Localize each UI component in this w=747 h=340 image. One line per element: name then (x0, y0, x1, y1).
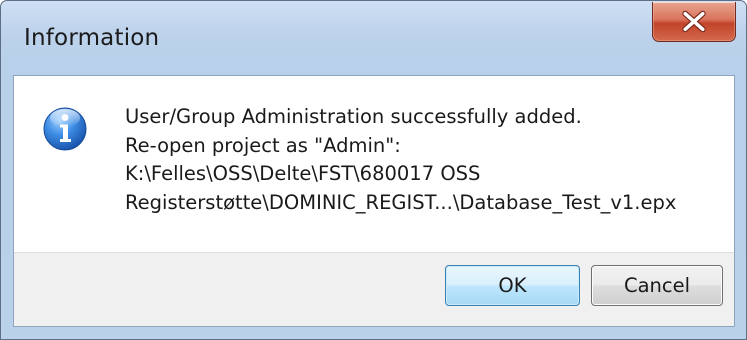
information-dialog: Information User/Group Administration su… (0, 0, 747, 340)
message-line: User/Group Administration successfully a… (125, 105, 582, 128)
button-bar: OK Cancel (14, 252, 734, 326)
message-line: Registerstøtte\DOMINIC_REGIST...\Databas… (125, 190, 677, 214)
info-icon (42, 106, 88, 152)
message-line: K:\Felles\OSS\Delte\FST\680017 OSS (125, 162, 481, 185)
dialog-client-area: User/Group Administration successfully a… (13, 75, 735, 327)
message-text: User/Group Administration successfully a… (125, 103, 676, 217)
close-button[interactable] (652, 2, 736, 42)
ok-button[interactable]: OK (445, 265, 580, 306)
window-title: Information (24, 25, 160, 51)
title-bar[interactable]: Information (1, 1, 746, 75)
message-line: Re-open project as "Admin": (125, 133, 401, 157)
close-icon (682, 10, 706, 33)
cancel-button[interactable]: Cancel (591, 265, 723, 306)
message-area: User/Group Administration successfully a… (14, 76, 734, 252)
